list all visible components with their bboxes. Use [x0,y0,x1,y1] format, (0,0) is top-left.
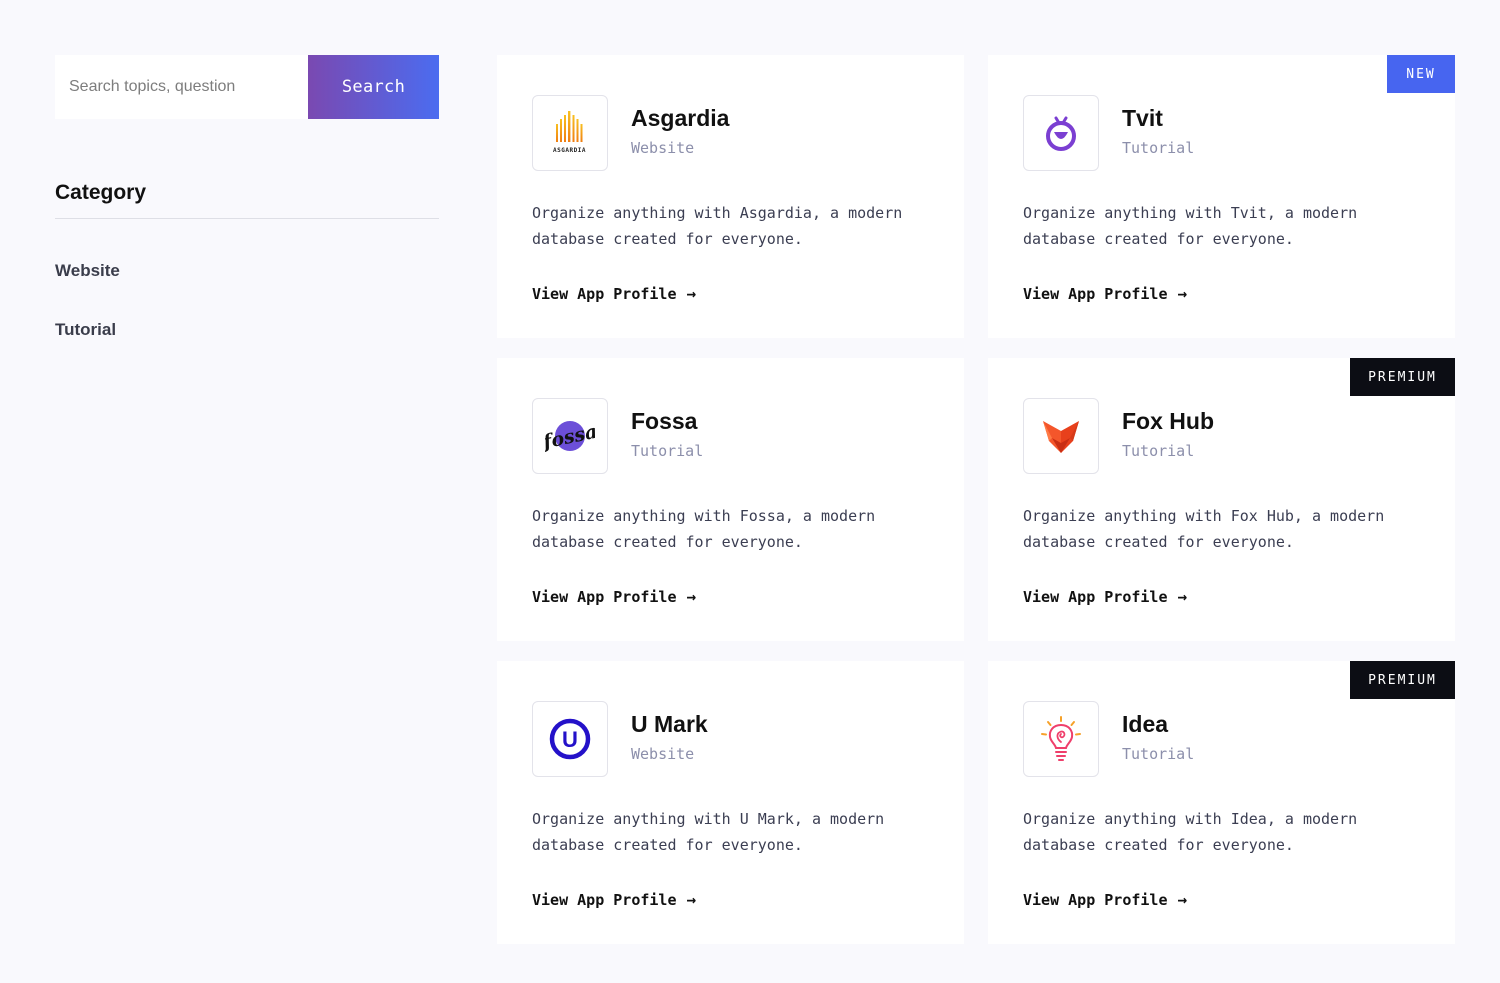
card-header: Idea Tutorial [1023,701,1420,777]
link-label: View App Profile [532,587,677,606]
arrow-right-icon: → [1177,587,1188,606]
card-titles: Asgardia Website [631,95,729,157]
card-titles: U Mark Website [631,701,708,763]
app-card-idea: PREMIUM Idea Tutorial Organize anything … [988,661,1455,944]
card-header: Tvit Tutorial [1023,95,1420,171]
category-item-website[interactable]: Website [55,262,439,280]
sidebar: Search Category Website Tutorial [55,55,439,380]
search-bar: Search [55,55,439,119]
category-heading: Category [55,181,439,219]
arrow-right-icon: → [686,587,697,606]
card-header: ASGARDIA Asgardia Website [532,95,929,171]
app-card-tvit: NEW Tvit Tutorial Organize anything with… [988,55,1455,338]
card-description: Organize anything with Fossa, a modern d… [532,507,876,551]
view-app-profile-link[interactable]: View App Profile → [532,587,696,606]
card-title: U Mark [631,711,708,737]
card-category: Website [631,139,695,157]
link-label: View App Profile [1023,284,1168,303]
card-titles: Tvit Tutorial [1122,95,1194,157]
category-list: Website Tutorial [55,262,439,339]
card-titles: Fox Hub Tutorial [1122,398,1214,460]
card-header: Fox Hub Tutorial [1023,398,1420,474]
view-app-profile-link[interactable]: View App Profile → [1023,284,1187,303]
card-title: Asgardia [631,105,730,131]
asgardia-logo-text: ASGARDIA [553,147,586,154]
view-app-profile-link[interactable]: View App Profile → [1023,587,1187,606]
fox-hub-logo-icon [1023,398,1099,474]
app-card-fox-hub: PREMIUM Fox Hub Tutorial Organize anythi… [988,358,1455,641]
card-titles: Idea Tutorial [1122,701,1194,763]
card-description: Organize anything with Tvit, a modern da… [1023,204,1358,248]
card-title: Tvit [1122,105,1163,131]
card-description: Organize anything with Asgardia, a moder… [532,204,903,248]
card-category: Tutorial [1122,442,1195,460]
search-input[interactable] [55,55,308,119]
arrow-right-icon: → [686,284,697,303]
arrow-right-icon: → [1177,890,1188,909]
app-card-asgardia: ASGARDIA Asgardia Website Organize anyth… [497,55,964,338]
app-directory-page: Search Category Website Tutorial [0,0,1500,983]
card-title: Idea [1122,711,1169,737]
card-title: Fossa [631,408,698,434]
link-label: View App Profile [532,890,677,909]
tvit-logo-icon [1023,95,1099,171]
view-app-profile-link[interactable]: View App Profile → [532,890,696,909]
asgardia-logo-icon: ASGARDIA [532,95,608,171]
fossa-logo-icon: fossa [532,398,608,474]
card-category: Website [631,745,695,763]
card-titles: Fossa Tutorial [631,398,703,460]
view-app-profile-link[interactable]: View App Profile → [532,284,696,303]
premium-badge: PREMIUM [1350,358,1455,396]
idea-lightbulb-logo-icon [1023,701,1099,777]
link-label: View App Profile [1023,890,1168,909]
link-label: View App Profile [532,284,677,303]
card-header: U U Mark Website [532,701,929,777]
u-mark-logo-icon: U [532,701,608,777]
view-app-profile-link[interactable]: View App Profile → [1023,890,1187,909]
premium-badge: PREMIUM [1350,661,1455,699]
card-description: Organize anything with U Mark, a modern … [532,810,885,854]
arrow-right-icon: → [1177,284,1188,303]
card-category: Tutorial [631,442,704,460]
app-card-grid: ASGARDIA Asgardia Website Organize anyth… [497,55,1455,944]
app-card-u-mark: U U Mark Website Organize anything with … [497,661,964,944]
link-label: View App Profile [1023,587,1168,606]
card-category: Tutorial [1122,139,1195,157]
arrow-right-icon: → [686,890,697,909]
card-description: Organize anything with Fox Hub, a modern… [1023,507,1385,551]
category-item-tutorial[interactable]: Tutorial [55,321,439,339]
card-category: Tutorial [1122,745,1195,763]
card-header: fossa Fossa Tutorial [532,398,929,474]
search-button[interactable]: Search [308,55,439,119]
u-mark-logo-text: U [562,727,578,752]
app-card-fossa: fossa Fossa Tutorial Organize anything w… [497,358,964,641]
card-title: Fox Hub [1122,408,1214,434]
card-description: Organize anything with Idea, a modern da… [1023,810,1358,854]
new-badge: NEW [1387,55,1455,93]
